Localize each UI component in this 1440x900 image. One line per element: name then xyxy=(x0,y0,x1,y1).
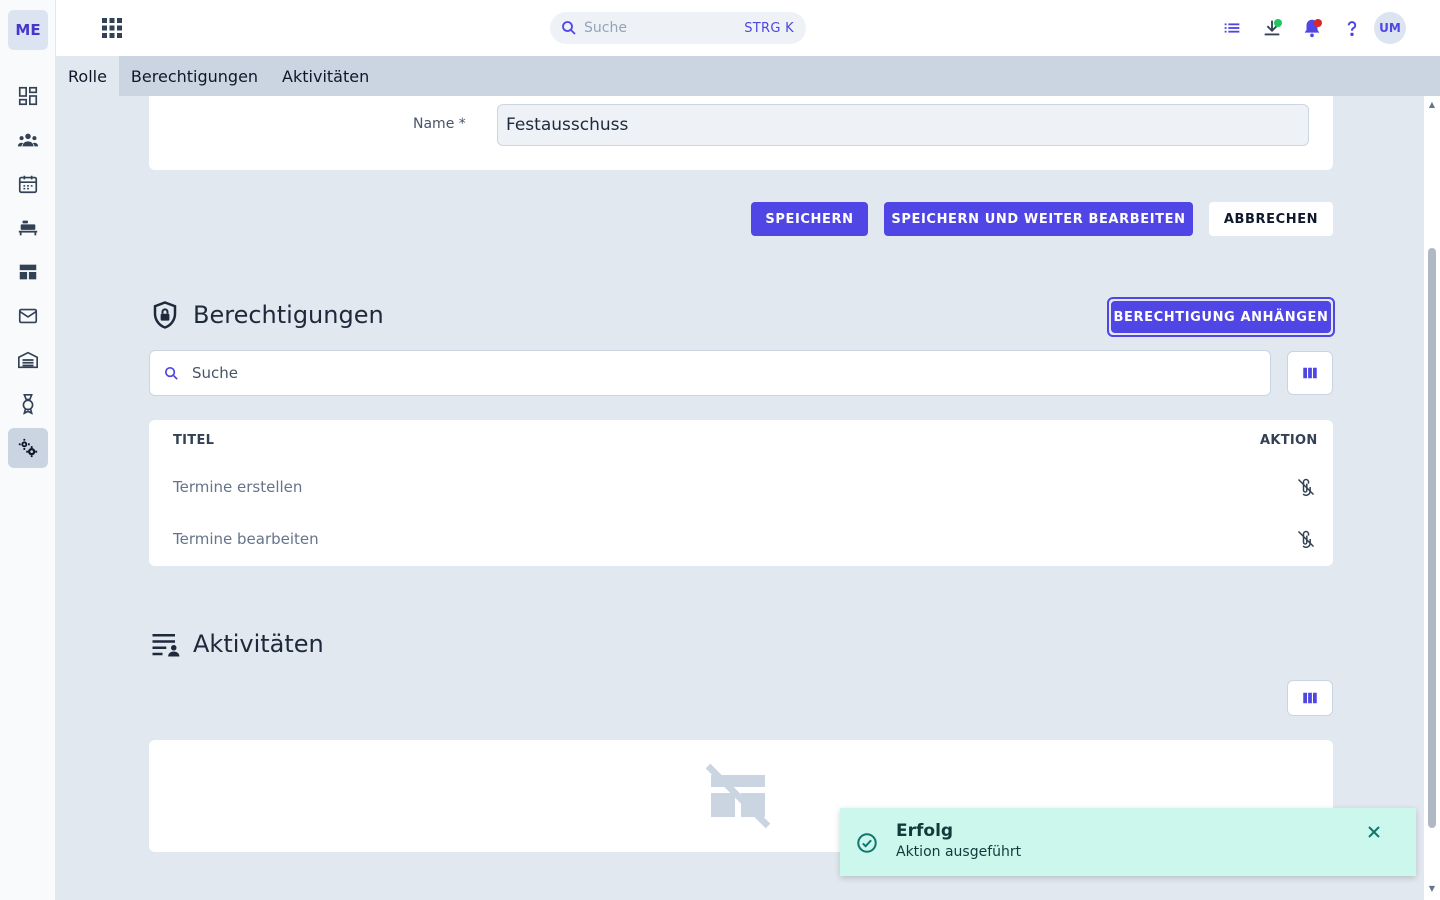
mail-icon xyxy=(18,308,38,324)
page-tabs: Rolle Berechtigungen Aktivitäten xyxy=(56,56,1440,96)
nav-members[interactable] xyxy=(8,120,48,160)
permissions-table: TITEL AKTION Termine erstellen Termine b… xyxy=(149,420,1333,566)
vertical-scrollbar[interactable]: ▲ ▼ xyxy=(1424,96,1440,900)
app-logo[interactable]: ME xyxy=(8,10,48,50)
tab-berechtigungen[interactable]: Berechtigungen xyxy=(119,56,270,96)
global-search-placeholder: Suche xyxy=(584,20,627,36)
permissions-search-placeholder: Suche xyxy=(192,364,239,382)
tab-rolle[interactable]: Rolle xyxy=(56,56,119,96)
permission-title: Termine bearbeiten xyxy=(173,530,319,548)
list-icon[interactable] xyxy=(1221,17,1243,39)
column-header-action: AKTION xyxy=(1260,433,1318,448)
scroll-up-arrow[interactable]: ▲ xyxy=(1427,100,1437,110)
shield-lock-icon xyxy=(153,301,177,329)
columns-icon xyxy=(1303,367,1317,379)
table-icon xyxy=(19,264,37,280)
search-icon xyxy=(562,21,576,35)
top-bar: Suche STRG K UM xyxy=(56,0,1440,56)
permissions-title: Berechtigungen xyxy=(193,301,384,329)
global-search[interactable]: Suche STRG K xyxy=(550,12,806,44)
cancel-button[interactable]: ABBRECHEN xyxy=(1209,202,1333,236)
calendar-icon xyxy=(18,175,38,194)
side-rail: ME xyxy=(0,0,56,900)
settings-icon xyxy=(18,438,38,458)
name-label: Name * xyxy=(413,116,466,132)
activities-title: Aktivitäten xyxy=(193,630,324,658)
columns-icon xyxy=(1303,692,1317,704)
detach-icon[interactable] xyxy=(1296,528,1316,550)
search-icon xyxy=(164,366,178,380)
notification-dot xyxy=(1314,19,1322,27)
nav-dashboard[interactable] xyxy=(8,76,48,116)
permission-title: Termine erstellen xyxy=(173,478,303,496)
badge-icon xyxy=(22,394,34,415)
nav-awards[interactable] xyxy=(8,384,48,424)
nav-settings[interactable] xyxy=(8,428,48,468)
save-continue-button[interactable]: SPEICHERN UND WEITER BEARBEITEN xyxy=(884,202,1193,236)
nav-warehouse[interactable] xyxy=(8,340,48,380)
no-data-icon xyxy=(705,763,771,829)
column-header-title: TITEL xyxy=(173,433,215,448)
warehouse-icon xyxy=(18,351,38,369)
attach-permission-label: BERECHTIGUNG ANHÄNGEN xyxy=(1111,301,1331,333)
name-input[interactable]: Festausschuss xyxy=(497,104,1309,146)
activities-heading: Aktivitäten xyxy=(150,629,324,659)
detach-icon[interactable] xyxy=(1296,476,1316,498)
help-icon[interactable] xyxy=(1341,17,1363,39)
permissions-heading: Berechtigungen xyxy=(150,300,384,330)
toast-title: Erfolg xyxy=(896,821,954,841)
permissions-search-input[interactable]: Suche xyxy=(149,350,1271,396)
activity-list-icon xyxy=(152,634,180,657)
user-avatar[interactable]: UM xyxy=(1374,12,1406,44)
save-button[interactable]: SPEICHERN xyxy=(751,202,868,236)
download-status-dot xyxy=(1274,19,1282,27)
table-row: Termine erstellen xyxy=(149,462,1333,514)
scrollbar-thumb[interactable] xyxy=(1428,248,1436,828)
scroll-down-arrow[interactable]: ▼ xyxy=(1427,884,1437,894)
people-icon xyxy=(17,133,39,147)
search-shortcut: STRG K xyxy=(744,20,794,36)
permissions-columns-button[interactable] xyxy=(1287,351,1333,395)
tab-aktivitaeten[interactable]: Aktivitäten xyxy=(270,56,381,96)
close-icon[interactable] xyxy=(1364,822,1384,842)
toast-message: Aktion ausgeführt xyxy=(896,844,1022,860)
dashboard-icon xyxy=(18,86,38,106)
success-toast: Erfolg Aktion ausgeführt xyxy=(840,808,1416,876)
role-form-card: Name * Festausschuss xyxy=(149,96,1333,170)
bed-icon xyxy=(18,220,38,236)
attach-permission-button[interactable]: BERECHTIGUNG ANHÄNGEN xyxy=(1107,297,1335,337)
nav-rooms[interactable] xyxy=(8,208,48,248)
nav-calendar[interactable] xyxy=(8,164,48,204)
activities-columns-button[interactable] xyxy=(1287,680,1333,716)
apps-grid-icon[interactable] xyxy=(100,16,124,40)
nav-tables[interactable] xyxy=(8,252,48,292)
check-circle-icon xyxy=(857,833,877,853)
nav-mail[interactable] xyxy=(8,296,48,336)
table-row: Termine bearbeiten xyxy=(149,514,1333,566)
